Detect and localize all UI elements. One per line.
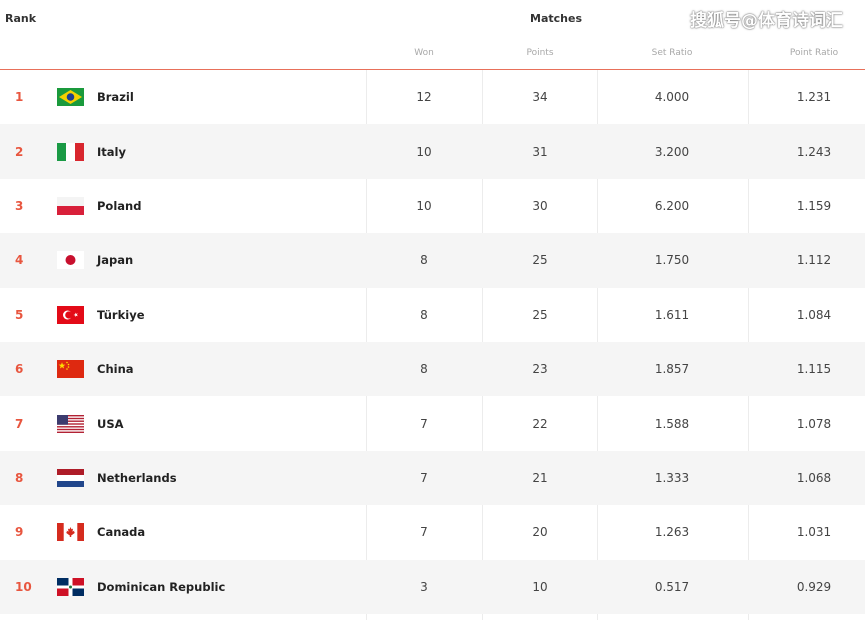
points-cell: 10 <box>532 579 548 594</box>
team-name[interactable]: Türkiye <box>97 308 145 322</box>
won-cell: 7 <box>420 416 428 431</box>
table-row[interactable]: 3 Poland 10 30 6.200 1.159 <box>0 179 865 233</box>
points-cell: 21 <box>532 470 548 485</box>
team-name[interactable]: Poland <box>97 199 141 213</box>
italy-flag-icon <box>57 142 84 161</box>
table-row[interactable]: 4 Japan 8 25 1.750 1.112 <box>0 233 865 288</box>
china-flag-icon <box>57 360 84 379</box>
standings-table-body: 1 Brazil 12 34 4.000 1.231 2 Italy 10 31 3.200 1.24… <box>0 70 865 614</box>
points-cell: 34 <box>532 90 548 105</box>
point-ratio-cell: 1.078 <box>796 416 832 431</box>
table-row[interactable]: 8 Netherlands 7 21 1.333 1.068 <box>0 450 865 506</box>
points-cell: 22 <box>532 416 548 431</box>
table-row[interactable]: 5 Türkiye 8 25 1.611 1.084 <box>0 288 865 342</box>
table-row[interactable]: 2 Italy 10 31 3.200 1.243 <box>0 124 865 179</box>
set-ratio-cell: 1.588 <box>654 416 690 431</box>
point-ratio-cell: 1.112 <box>796 253 832 268</box>
rank-cell: 5 <box>15 307 24 322</box>
table-header: Rank Matches 搜狐号@体育诗词汇 Won Points Set Ra… <box>0 0 865 70</box>
poland-flag-icon <box>57 196 84 215</box>
team-name[interactable]: Netherlands <box>97 471 177 485</box>
won-cell: 8 <box>420 362 428 377</box>
point-ratio-cell: 1.159 <box>796 198 832 213</box>
rank-cell: 7 <box>15 416 24 431</box>
set-ratio-cell: 0.517 <box>654 579 690 594</box>
set-ratio-cell: 1.857 <box>654 362 690 377</box>
netherlands-flag-icon <box>57 468 84 487</box>
rank-cell: 8 <box>15 470 24 485</box>
set-ratio-column-header[interactable]: Set Ratio <box>652 48 693 58</box>
point-ratio-cell: 1.115 <box>796 362 832 377</box>
dominican-republic-flag-icon <box>57 577 84 596</box>
rank-header: Rank <box>5 12 37 25</box>
point-ratio-cell: 1.231 <box>796 90 832 105</box>
rank-cell: 4 <box>15 253 24 268</box>
team-name[interactable]: Japan <box>97 253 133 267</box>
won-cell: 10 <box>416 144 432 159</box>
table-row[interactable]: 1 Brazil 12 34 4.000 1.231 <box>0 70 865 124</box>
points-cell: 25 <box>532 253 548 268</box>
table-row[interactable]: 9 Canada 7 20 1.263 1.031 <box>0 505 865 559</box>
won-cell: 8 <box>420 253 428 268</box>
won-cell: 8 <box>420 307 428 322</box>
point-ratio-column-header[interactable]: Point Ratio <box>790 48 838 58</box>
point-ratio-cell: 0.929 <box>796 579 832 594</box>
won-cell: 10 <box>416 198 432 213</box>
rank-cell: 1 <box>15 90 24 105</box>
rank-cell: 3 <box>15 198 24 213</box>
set-ratio-cell: 1.750 <box>654 253 690 268</box>
table-row[interactable]: 6 China 8 23 1.857 1.115 <box>0 341 865 397</box>
team-name[interactable]: Canada <box>97 525 145 539</box>
usa-flag-icon <box>57 414 84 433</box>
point-ratio-cell: 1.243 <box>796 144 832 159</box>
won-cell: 3 <box>420 579 428 594</box>
team-name[interactable]: USA <box>97 417 124 431</box>
team-name[interactable]: Brazil <box>97 90 134 104</box>
rank-cell: 6 <box>15 362 24 377</box>
points-cell: 25 <box>532 307 548 322</box>
team-name[interactable]: China <box>97 362 134 376</box>
points-cell: 20 <box>532 525 548 540</box>
point-ratio-cell: 1.068 <box>796 470 832 485</box>
points-cell: 31 <box>532 144 548 159</box>
turkiye-flag-icon <box>57 305 84 324</box>
set-ratio-cell: 3.200 <box>654 144 690 159</box>
set-ratio-cell: 1.611 <box>654 307 690 322</box>
table-row[interactable]: 10 Dominican Republic 3 10 0.517 0.929 <box>0 559 865 614</box>
brazil-flag-icon <box>57 88 84 107</box>
point-ratio-cell: 1.084 <box>796 307 832 322</box>
won-cell: 7 <box>420 525 428 540</box>
won-cell: 12 <box>416 90 432 105</box>
matches-header: Matches <box>530 12 582 25</box>
won-column-header[interactable]: Won <box>414 48 434 58</box>
point-ratio-cell: 1.031 <box>796 525 832 540</box>
japan-flag-icon <box>57 251 84 270</box>
set-ratio-cell: 4.000 <box>654 90 690 105</box>
watermark: 搜狐号@体育诗词汇 <box>690 11 843 31</box>
rank-cell: 9 <box>15 525 24 540</box>
set-ratio-cell: 1.333 <box>654 470 690 485</box>
points-cell: 30 <box>532 198 548 213</box>
team-name[interactable]: Dominican Republic <box>97 580 225 594</box>
won-cell: 7 <box>420 470 428 485</box>
canada-flag-icon <box>57 523 84 542</box>
rank-cell: 10 <box>15 579 32 594</box>
set-ratio-cell: 1.263 <box>654 525 690 540</box>
team-name[interactable]: Italy <box>97 145 126 159</box>
points-cell: 23 <box>532 362 548 377</box>
points-column-header[interactable]: Points <box>526 48 553 58</box>
set-ratio-cell: 6.200 <box>654 198 690 213</box>
rank-cell: 2 <box>15 144 24 159</box>
table-row[interactable]: 7 USA 7 22 1.588 1.078 <box>0 396 865 450</box>
